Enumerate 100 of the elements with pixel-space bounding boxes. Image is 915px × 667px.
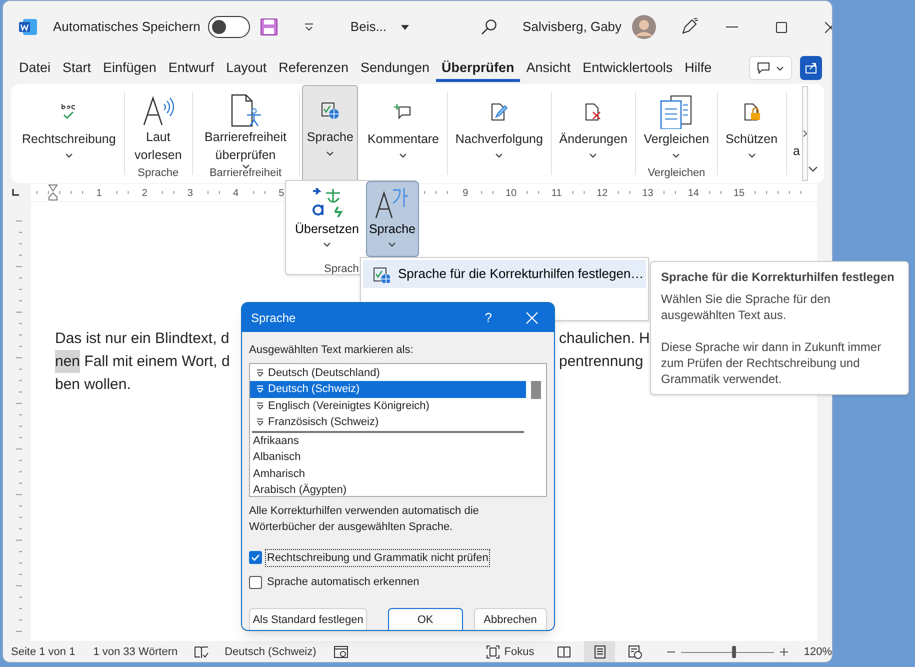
dialog-button[interactable]: Als Standard festlegen xyxy=(249,608,368,630)
two-documents-icon xyxy=(660,95,692,129)
dialog-button[interactable]: OK xyxy=(388,608,463,630)
list-item[interactable]: Albanisch xyxy=(250,449,526,466)
page-count[interactable]: Seite 1 von 1 xyxy=(11,644,76,660)
ribbon-tab[interactable]: Start xyxy=(56,54,98,82)
ribbon-tab[interactable]: Sendungen xyxy=(354,54,436,82)
dialog-title: Sprache xyxy=(251,310,296,326)
check-icon xyxy=(251,554,260,562)
chevron-icon xyxy=(388,242,396,246)
focus-button[interactable]: Fokus xyxy=(486,644,534,660)
group-label: Vergleichen xyxy=(648,167,706,179)
zoom-slider-thumb[interactable] xyxy=(732,646,736,658)
list-item[interactable]: Afrikaans xyxy=(250,432,526,449)
list-label: Ausgewählten Text markieren als: xyxy=(249,343,414,358)
checkbox[interactable] xyxy=(249,576,262,589)
body-text: chaulichen. H xyxy=(559,329,650,349)
ribbon-button[interactable]: Schützen xyxy=(720,87,783,165)
body-text: ben wollen. xyxy=(55,375,131,395)
body-text: pentrennung xyxy=(559,352,644,372)
close-button[interactable] xyxy=(526,312,538,324)
autosave-label: Automatisches Speichern xyxy=(53,18,200,36)
tooltip-text: Wählen Sie die Sprache für den ausgewählten Text aus. xyxy=(661,291,832,323)
ribbon-button[interactable]: Änderungen xyxy=(554,87,632,165)
ribbon-tab[interactable]: Hilfe xyxy=(678,54,718,82)
indent-marker-icon[interactable] xyxy=(48,184,58,201)
zoom-in-icon[interactable] xyxy=(780,648,788,656)
spell-check-icon xyxy=(256,368,264,377)
ribbon-button[interactable]: Barrierefreiheit überprüfen xyxy=(196,87,296,165)
ribbon-button[interactable]: Kommentare xyxy=(362,87,444,165)
list-item[interactable]: Amharisch xyxy=(250,466,526,482)
customize-icon[interactable] xyxy=(304,23,314,31)
letter-language-icon xyxy=(375,187,410,219)
ribbon-tab[interactable]: Layout xyxy=(220,54,273,82)
user-name[interactable]: Salvisberg, Gaby xyxy=(522,17,622,37)
ribbon-button[interactable]: Rechtschreibung xyxy=(17,87,121,165)
speaker-letter-icon xyxy=(142,96,174,126)
language-check-icon xyxy=(372,265,390,283)
zoom-level[interactable]: 120% xyxy=(804,644,832,660)
spell-check-icon xyxy=(256,402,264,410)
chevron-icon xyxy=(322,242,331,246)
minimize-icon[interactable] xyxy=(726,26,738,28)
word-count[interactable]: 1 von 33 Wörtern xyxy=(93,644,178,660)
ribbon-button[interactable]: Nachverfolgung xyxy=(450,87,548,165)
button-label: Laut vorlesen xyxy=(134,129,183,164)
comments-button[interactable] xyxy=(749,56,792,80)
ribbon-tab[interactable]: Ansicht xyxy=(520,54,577,82)
document-person-icon xyxy=(230,94,262,128)
selected-text: nen xyxy=(55,350,80,373)
comment-plus-icon xyxy=(393,102,414,122)
list-item[interactable]: Arabisch (Ägypten) xyxy=(250,482,526,498)
checkbox-label: Rechtschreibung und Grammatik nicht prüfen xyxy=(265,548,490,567)
caret-icon xyxy=(400,24,409,30)
spell-check-icon xyxy=(256,385,264,394)
pen-icon[interactable] xyxy=(680,18,698,36)
autosave-toggle[interactable] xyxy=(208,16,250,38)
share-icon xyxy=(805,62,817,74)
book-check-icon[interactable] xyxy=(194,646,209,658)
ribbon-tab[interactable]: Referenzen xyxy=(272,54,354,82)
share-button[interactable] xyxy=(800,56,822,80)
scrollbar-thumb[interactable] xyxy=(531,380,541,398)
list-item[interactable]: Französisch (Schweiz) xyxy=(250,414,526,430)
avatar-icon[interactable] xyxy=(632,15,656,39)
group-label: Barrierefreiheit xyxy=(209,167,282,179)
document-x-icon xyxy=(583,102,604,122)
language-check-icon xyxy=(320,100,340,120)
ribbon-tab[interactable]: Entwicklertools xyxy=(576,54,679,82)
tab-stop-icon[interactable] xyxy=(12,189,19,196)
document-title-button[interactable]: Beis... xyxy=(350,17,409,37)
settings-display-icon[interactable] xyxy=(334,646,348,658)
help-button[interactable]: ? xyxy=(484,308,492,328)
ribbon-tab[interactable]: Datei xyxy=(13,54,57,82)
ribbon-button[interactable]: Sprache xyxy=(366,181,418,257)
language-status[interactable]: Deutsch (Schweiz) xyxy=(224,644,316,660)
maximize-icon[interactable] xyxy=(776,22,787,32)
list-item[interactable]: Englisch (Vereinigtes Königreich) xyxy=(250,398,526,414)
ribbon-tab[interactable]: Einfügen xyxy=(97,54,162,82)
checkbox[interactable] xyxy=(249,551,262,564)
word-logo-icon[interactable] xyxy=(19,19,37,35)
ribbon-tab[interactable]: Entwurf xyxy=(162,54,220,82)
web-layout-icon xyxy=(628,645,642,659)
save-icon[interactable] xyxy=(260,18,278,36)
translate-icon xyxy=(310,188,343,218)
ribbon-button[interactable]: Laut vorlesen xyxy=(127,87,190,165)
speech-bubble-icon xyxy=(757,62,770,74)
chevron-icon xyxy=(776,66,784,70)
ribbon-button[interactable]: Vergleichen xyxy=(638,87,714,165)
search-icon[interactable] xyxy=(480,19,497,35)
ribbon-button[interactable]: Sprache xyxy=(302,85,358,182)
cut-off-label: a xyxy=(792,143,800,160)
body-text: Das ist nur ein Blindtext, d xyxy=(55,329,230,349)
list-item[interactable]: Deutsch (Schweiz) xyxy=(250,381,526,398)
note-text: Alle Korrekturhilfen verwenden automatisch die Wörterbücher der ausgewählten Sprache. xyxy=(249,504,480,534)
menu-item[interactable]: Sprache für die Korrekturhilfen festlegen… xyxy=(363,260,646,288)
document-lock-icon xyxy=(742,102,762,122)
view-button[interactable] xyxy=(584,641,616,662)
ribbon-button[interactable]: Übersetzen xyxy=(292,181,362,257)
list-item[interactable]: Deutsch (Deutschland) xyxy=(250,364,526,381)
language-list[interactable]: Deutsch (Deutschland) Deutsch (Schweiz) Englisch (Vereinigtes Königreich) Französisch (Schweiz) Afrikaans Albanisch Amharisch Arabisch (Ägypten) xyxy=(249,362,547,496)
dialog-button[interactable]: Abbrechen xyxy=(474,608,547,630)
